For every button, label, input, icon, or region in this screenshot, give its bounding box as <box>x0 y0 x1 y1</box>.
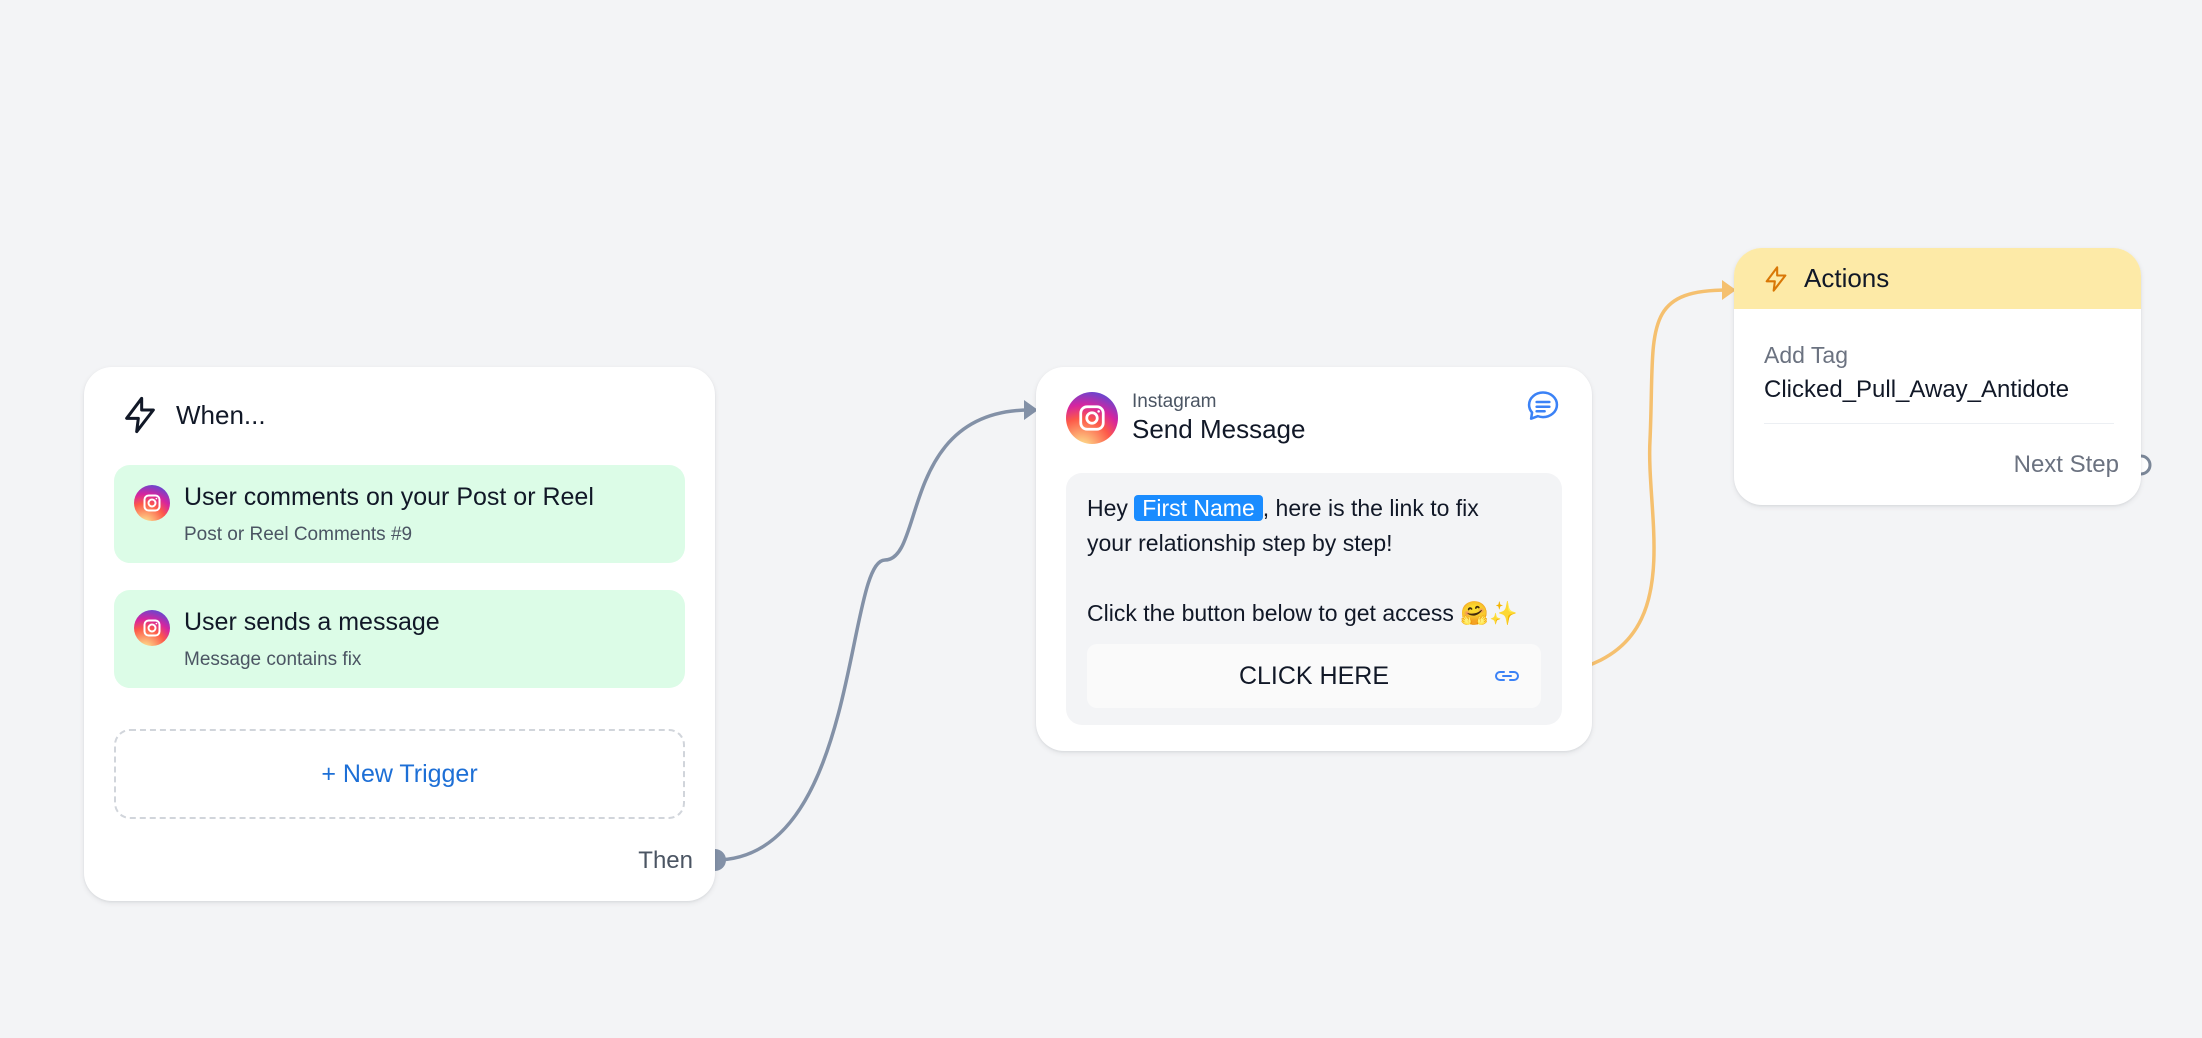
flow-canvas[interactable]: When... User comments on your Post or Re… <box>0 0 2202 1038</box>
action-type-label: Add Tag <box>1764 342 1848 368</box>
trigger-card[interactable]: When... User comments on your Post or Re… <box>84 367 715 901</box>
message-card-header: Instagram Send Message <box>1066 391 1305 445</box>
message-line-2: your relationship step by step! <box>1087 530 1393 556</box>
message-bubble[interactable]: Hey First Name, here is the link to fix … <box>1066 473 1562 725</box>
action-tag-value[interactable]: Clicked_Pull_Away_Antidote <box>1764 376 2069 404</box>
message-line-3: Click the button below to get access 🤗✨ <box>1087 600 1518 626</box>
instagram-icon <box>134 610 170 646</box>
chat-icon[interactable] <box>1524 387 1562 425</box>
edge-trigger-to-message[interactable] <box>714 408 1031 862</box>
lightning-icon <box>125 396 155 434</box>
trigger-item-subtitle: Message contains fix <box>184 649 362 670</box>
then-label: Then <box>638 847 693 874</box>
actions-header: Actions <box>1734 248 2141 309</box>
trigger-header: When... <box>120 393 266 437</box>
new-trigger-button[interactable]: + New Trigger <box>114 729 685 819</box>
message-text-rest: , here is the link to fix <box>1262 495 1479 521</box>
lightning-icon <box>1765 265 1787 292</box>
divider <box>1764 423 2114 424</box>
trigger-card-title: When... <box>176 399 266 430</box>
actions-card[interactable]: Actions Add Tag Clicked_Pull_Away_Antido… <box>1734 248 2141 505</box>
next-step-label: Next Step <box>2013 451 2119 478</box>
message-card-title: Send Message <box>1132 414 1306 444</box>
message-line-1: Hey First Name, here is the link to fix <box>1087 491 1547 526</box>
instagram-icon <box>134 485 170 521</box>
actions-card-title: Actions <box>1804 263 1890 293</box>
message-text: Hey First Name, here is the link to fix … <box>1087 491 1547 631</box>
send-message-card[interactable]: Instagram Send Message Hey First Name, h… <box>1036 367 1592 751</box>
instagram-icon <box>1066 392 1118 444</box>
message-text-prefix: Hey <box>1087 495 1135 521</box>
click-here-button[interactable]: CLICK HERE <box>1087 644 1541 708</box>
trigger-item-title: User comments on your Post or Reel <box>184 483 594 511</box>
trigger-item-subtitle: Post or Reel Comments #9 <box>184 524 413 545</box>
variable-chip-first-name[interactable]: First Name <box>1134 495 1263 521</box>
trigger-item-comments[interactable]: User comments on your Post or Reel Post … <box>114 465 685 563</box>
trigger-item-title: User sends a message <box>184 608 440 636</box>
link-icon[interactable] <box>1492 666 1522 686</box>
trigger-item-message[interactable]: User sends a message Message contains fi… <box>114 590 685 688</box>
platform-label: Instagram <box>1132 391 1217 412</box>
